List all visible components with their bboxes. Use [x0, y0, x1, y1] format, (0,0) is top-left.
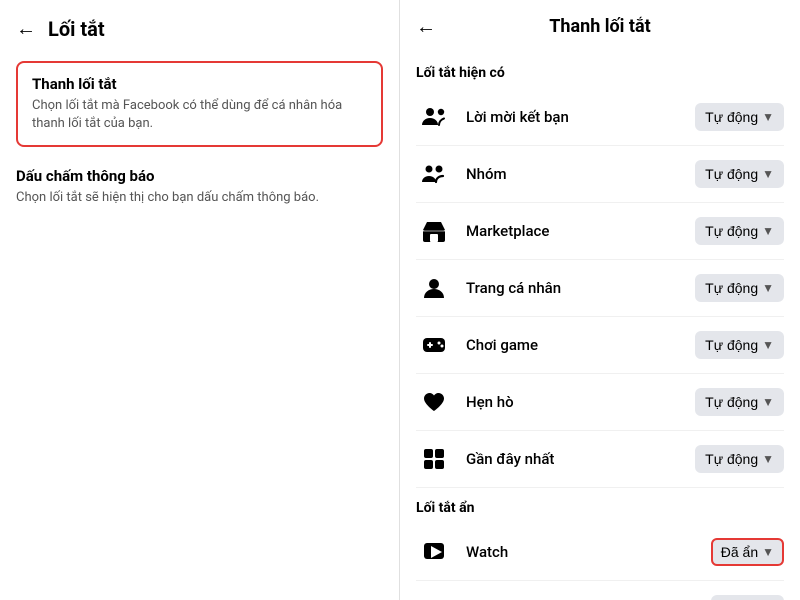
shortcut-left: Nhóm — [416, 156, 507, 192]
recent-icon — [416, 441, 452, 477]
left-page-title: Lối tắt — [48, 17, 105, 41]
shortcut-name: Hẹn hò — [466, 393, 514, 411]
shortcut-left: Trang cá nhân — [416, 270, 561, 306]
shortcut-row-watch: Watch Đã ẩn ▼ — [416, 524, 784, 581]
right-content: Lối tắt hiện có Lời mời kết bạn Tự động … — [400, 49, 800, 600]
dropdown-label: Tự động — [705, 109, 758, 125]
shortcut-row-dating: Hẹn hò Tự động ▼ — [416, 374, 784, 431]
shortcut-row-recent: Gần đây nhất Tự động ▼ — [416, 431, 784, 488]
shortcut-name: Chơi game — [466, 336, 538, 354]
shortcut-row-friends-hidden: Lời mời kết bạn Đã ẩn ▼ — [416, 581, 784, 600]
dropdown-tu-dong-5[interactable]: Tự động ▼ — [695, 331, 784, 359]
marketplace-icon — [416, 213, 452, 249]
dropdown-label: Tự động — [705, 223, 758, 239]
thanh-loi-tat-card[interactable]: Thanh lối tắt Chọn lối tắt mà Facebook c… — [16, 61, 383, 147]
dropdown-label: Tự động — [705, 394, 758, 410]
thanh-loi-tat-title: Thanh lối tắt — [32, 75, 367, 93]
shortcut-row-friends-visible: Lời mời kết bạn Tự động ▼ — [416, 89, 784, 146]
shortcut-left: Watch — [416, 534, 508, 570]
dropdown-tu-dong-7[interactable]: Tự động ▼ — [695, 445, 784, 473]
friends-icon-2 — [416, 591, 452, 600]
dropdown-da-an-watch[interactable]: Đã ẩn ▼ — [711, 538, 784, 566]
left-back-button[interactable]: ← — [16, 16, 36, 41]
shortcut-left: Chơi game — [416, 327, 538, 363]
dropdown-tu-dong-4[interactable]: Tự động ▼ — [695, 274, 784, 302]
shortcut-left: Lời mời kết bạn — [416, 99, 569, 135]
chevron-down-icon: ▼ — [762, 224, 774, 238]
dropdown-label: Đã ẩn — [721, 544, 758, 560]
chevron-down-icon: ▼ — [762, 281, 774, 295]
chevron-down-icon: ▼ — [762, 167, 774, 181]
dropdown-tu-dong-2[interactable]: Tự động ▼ — [695, 160, 784, 188]
chevron-down-icon: ▼ — [762, 452, 774, 466]
chevron-down-icon: ▼ — [762, 338, 774, 352]
dropdown-label: Tự động — [705, 280, 758, 296]
left-panel: ← Lối tắt Thanh lối tắt Chọn lối tắt mà … — [0, 0, 400, 600]
dau-cham-desc: Chọn lối tắt sẽ hiện thị cho bạn dấu chấ… — [16, 189, 383, 207]
chevron-down-icon: ▼ — [762, 545, 774, 559]
left-header: ← Lối tắt — [0, 0, 399, 53]
shortcut-name: Nhóm — [466, 165, 507, 183]
shortcut-row-groups: Nhóm Tự động ▼ — [416, 146, 784, 203]
right-header: ← Thanh lối tắt — [400, 0, 800, 49]
dropdown-label: Tự động — [705, 451, 758, 467]
chevron-down-icon: ▼ — [762, 395, 774, 409]
dating-icon — [416, 384, 452, 420]
shortcut-name: Watch — [466, 543, 508, 561]
shortcut-left: Gần đây nhất — [416, 441, 554, 477]
shortcut-name: Gần đây nhất — [466, 450, 554, 468]
thanh-loi-tat-desc: Chọn lối tắt mà Facebook có thể dùng để … — [32, 97, 367, 133]
dropdown-tu-dong-1[interactable]: Tự động ▼ — [695, 103, 784, 131]
dropdown-label: Tự động — [705, 166, 758, 182]
shortcut-name: Lời mời kết bạn — [466, 108, 569, 126]
shortcut-name: Trang cá nhân — [466, 279, 561, 297]
shortcut-name: Marketplace — [466, 222, 549, 240]
left-content: Thanh lối tắt Chọn lối tắt mà Facebook c… — [0, 53, 399, 236]
gaming-icon — [416, 327, 452, 363]
right-back-button[interactable]: ← — [416, 14, 436, 39]
dropdown-tu-dong-3[interactable]: Tự động ▼ — [695, 217, 784, 245]
shortcut-left: Hẹn hò — [416, 384, 514, 420]
groups-icon — [416, 156, 452, 192]
right-panel: ← Thanh lối tắt Lối tắt hiện có Lời mời … — [400, 0, 800, 600]
hidden-section-label: Lối tắt ẩn — [416, 500, 784, 516]
dropdown-label: Tự động — [705, 337, 758, 353]
friends-icon — [416, 99, 452, 135]
shortcut-row-marketplace: Marketplace Tự động ▼ — [416, 203, 784, 260]
right-page-title: Thanh lối tắt — [549, 16, 651, 37]
shortcut-row-gaming: Chơi game Tự động ▼ — [416, 317, 784, 374]
dropdown-da-an-friends[interactable]: Đã ẩn ▼ — [711, 595, 784, 600]
dropdown-tu-dong-6[interactable]: Tự động ▼ — [695, 388, 784, 416]
chevron-down-icon: ▼ — [762, 110, 774, 124]
visible-section-label: Lối tắt hiện có — [416, 65, 784, 81]
dau-cham-section[interactable]: Dấu chấm thông báo Chọn lối tắt sẽ hiện … — [16, 163, 383, 211]
watch-icon — [416, 534, 452, 570]
shortcut-row-profile: Trang cá nhân Tự động ▼ — [416, 260, 784, 317]
shortcut-left: Marketplace — [416, 213, 549, 249]
profile-icon — [416, 270, 452, 306]
shortcut-left: Lời mời kết bạn — [416, 591, 569, 600]
dau-cham-title: Dấu chấm thông báo — [16, 167, 383, 185]
